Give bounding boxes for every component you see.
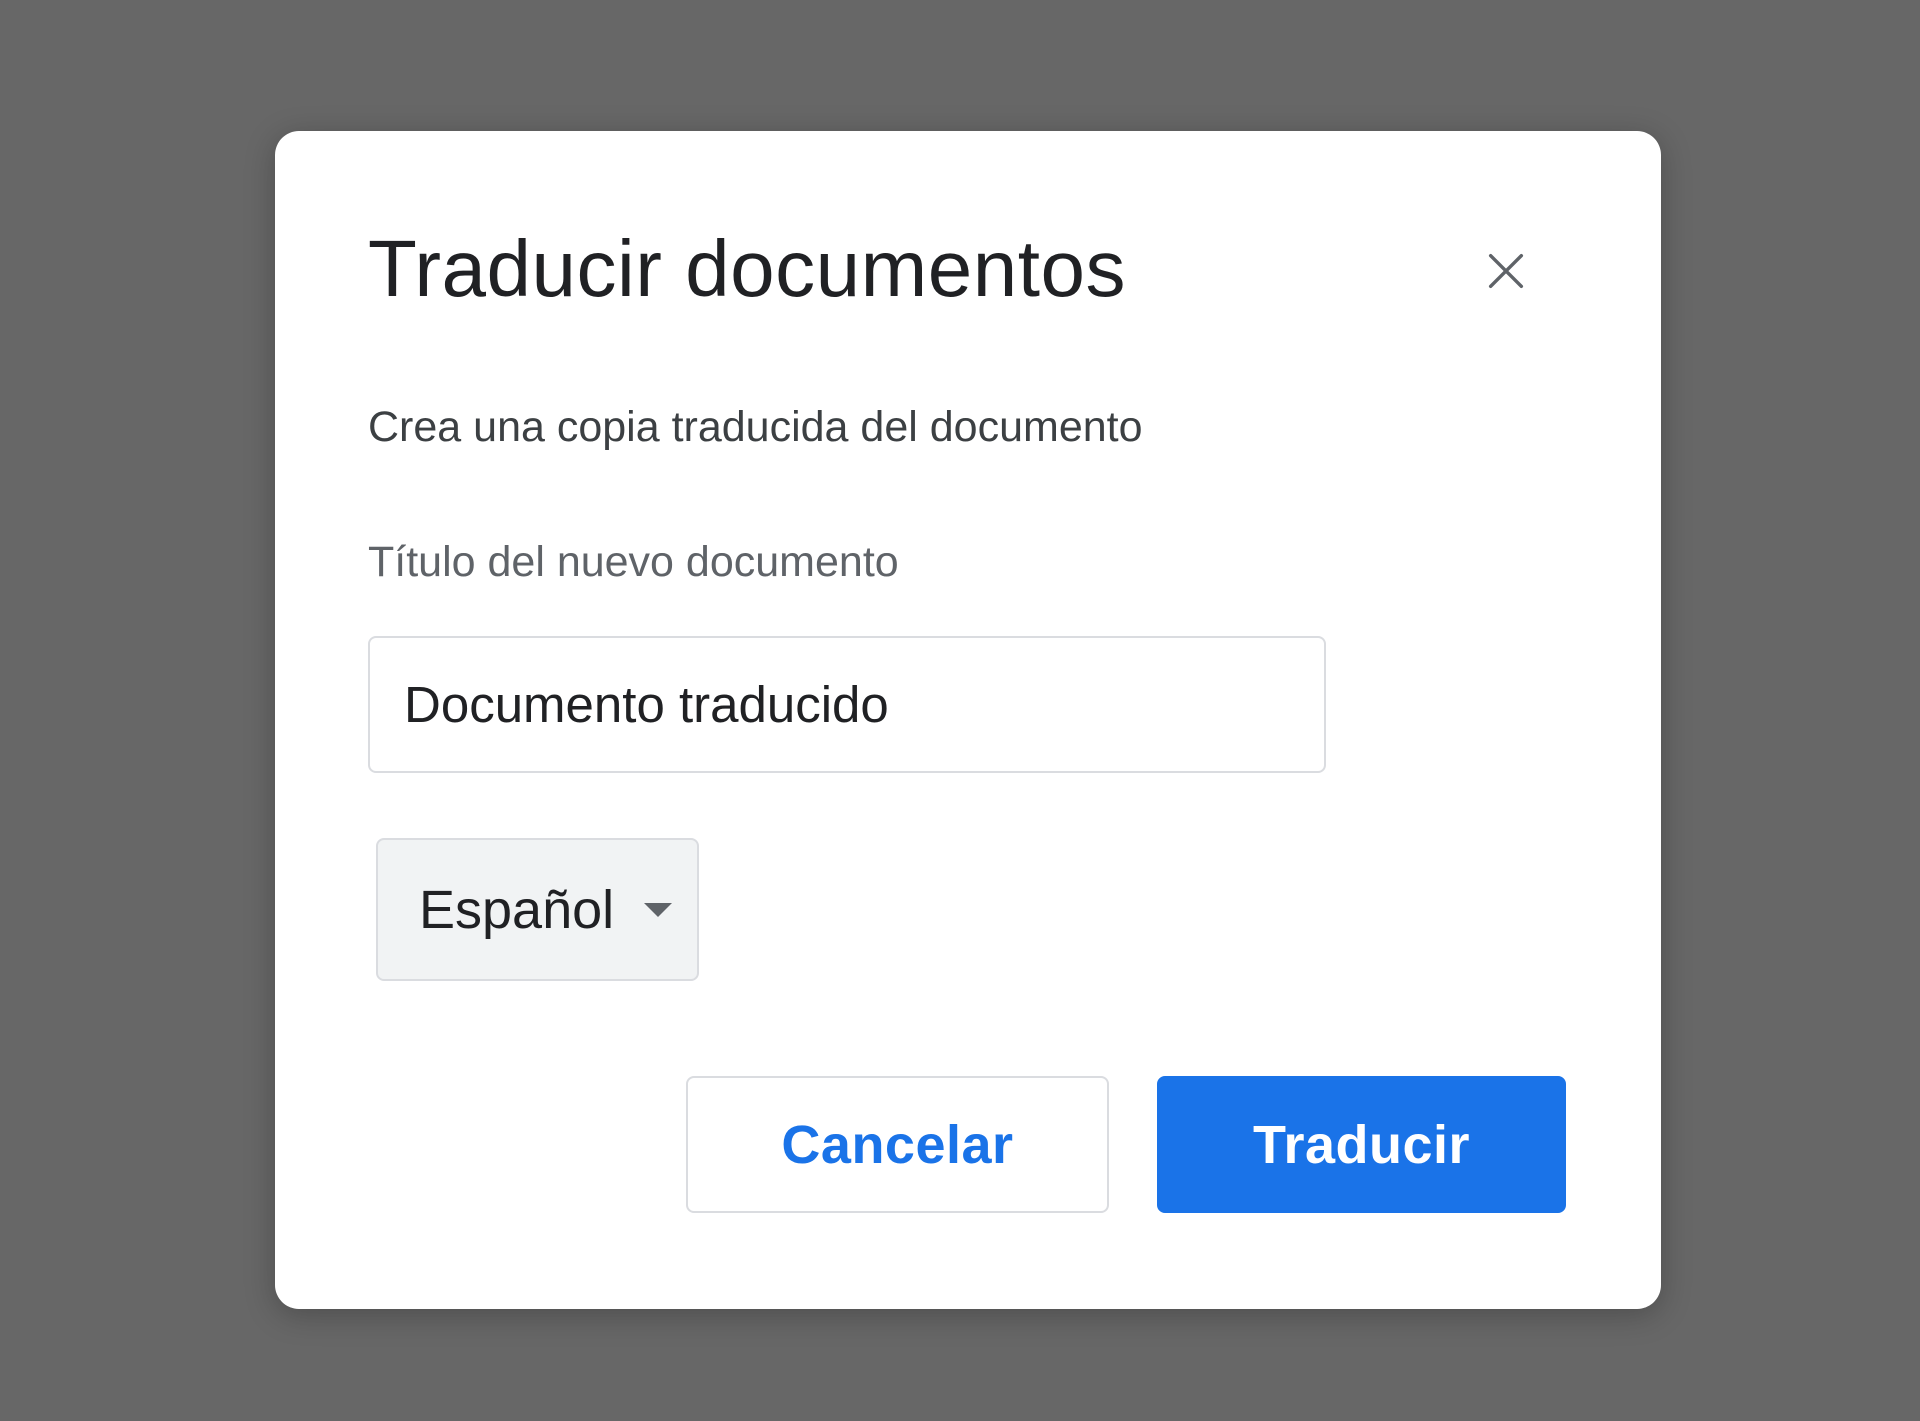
translate-dialog: Traducir documentos Crea una copia tradu… bbox=[275, 131, 1661, 1309]
dialog-title: Traducir documentos bbox=[368, 224, 1126, 313]
cancel-button[interactable]: Cancelar bbox=[686, 1076, 1109, 1213]
language-select-label: Español bbox=[419, 879, 615, 940]
new-document-title-input[interactable] bbox=[368, 636, 1326, 773]
close-button[interactable] bbox=[1470, 235, 1542, 307]
caret-down-icon bbox=[644, 902, 673, 917]
language-select[interactable]: Español bbox=[376, 838, 699, 981]
dialog-subtitle: Crea una copia traducida del documento bbox=[368, 403, 1143, 451]
close-icon bbox=[1488, 253, 1524, 289]
translate-button[interactable]: Traducir bbox=[1157, 1076, 1566, 1213]
new-title-label: Título del nuevo documento bbox=[368, 538, 899, 586]
